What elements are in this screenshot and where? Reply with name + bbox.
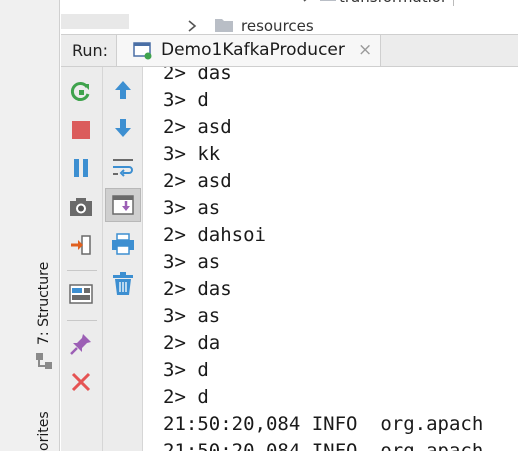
console-line: 3> as [163, 251, 221, 273]
favorites-tab[interactable]: orites [36, 411, 52, 451]
console-line: 3> as [163, 197, 221, 219]
run-toolbar-primary [61, 67, 103, 451]
project-tree: transformatior resources [61, 0, 518, 34]
console-line: 2> da [163, 332, 221, 354]
run-toolbar-secondary [103, 67, 143, 451]
camera-icon[interactable] [66, 192, 96, 222]
tree-item-top[interactable]: transformatior [339, 0, 447, 6]
pin-icon[interactable] [66, 329, 96, 359]
console-line: 21:50:20,084 INFO org.apach [163, 440, 484, 451]
structure-tab[interactable]: 7: Structure [36, 262, 52, 345]
layout-icon[interactable] [66, 279, 96, 309]
toolbar-separator [67, 320, 97, 321]
stop-icon[interactable] [66, 115, 96, 145]
console-line: 21:50:20,084 INFO org.apach [163, 413, 484, 435]
run-config-tab[interactable]: Demo1KafkaProducer × [116, 35, 381, 66]
toolbar-separator [67, 270, 97, 271]
console-line: 2> asd [163, 116, 232, 138]
pause-icon[interactable] [66, 153, 96, 183]
structure-icon [33, 350, 55, 372]
console-line: 3> kk [163, 143, 221, 165]
console-line: 3> d [163, 89, 209, 111]
console-line: 3> d [163, 359, 209, 381]
console-line: 2> asd [163, 170, 232, 192]
tree-item-resources[interactable]: resources [241, 17, 314, 34]
folder-icon [214, 17, 234, 34]
tree-expand-arrow-top[interactable] [301, 0, 313, 7]
run-config-icon [133, 42, 153, 64]
arrow-down-icon[interactable] [108, 113, 138, 143]
exit-icon[interactable] [66, 230, 96, 260]
folder-icon [319, 0, 337, 6]
console-line: 2> das [163, 67, 232, 84]
close-icon[interactable] [66, 367, 96, 397]
console-line: 2> d [163, 386, 209, 408]
run-tab-title: Demo1KafkaProducer [161, 40, 345, 60]
scroll-to-end-icon [112, 194, 136, 220]
console-line: 3> as [163, 305, 221, 327]
console-line: 2> das [163, 278, 232, 300]
left-tool-strip: 7: Structure orites [0, 0, 60, 451]
print-icon[interactable] [108, 229, 138, 259]
tree-divider [453, 0, 454, 6]
rerun-icon[interactable] [66, 77, 96, 107]
tree-selection-bar [61, 14, 129, 29]
scroll-to-end-toggle[interactable] [105, 188, 141, 222]
console-output[interactable]: 2> das 3> d 2> asd 3> kk 2> asd 3> as 2>… [143, 67, 518, 451]
tab-close-icon[interactable]: × [358, 40, 372, 60]
run-label: Run: [72, 41, 109, 60]
arrow-up-icon[interactable] [108, 75, 138, 105]
run-panel-header: Run: Demo1KafkaProducer × [61, 34, 518, 67]
tree-expand-arrow[interactable] [186, 18, 198, 34]
console-line: 2> dahsoi [163, 224, 266, 246]
soft-wrap-icon[interactable] [108, 152, 138, 182]
trash-icon[interactable] [108, 269, 138, 299]
